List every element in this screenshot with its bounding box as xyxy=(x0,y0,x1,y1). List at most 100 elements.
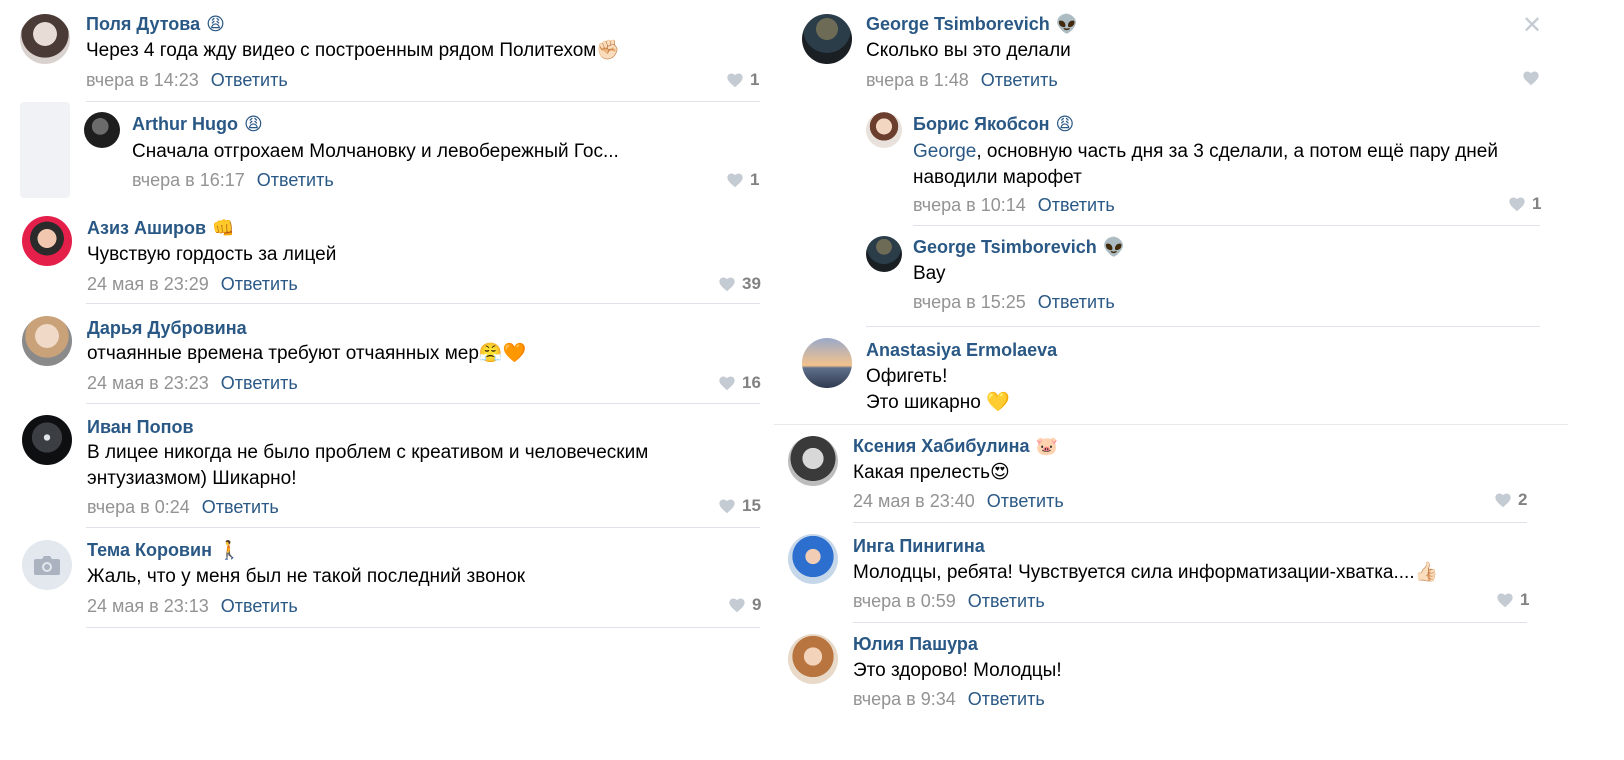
author-status-emoji: 👽 xyxy=(1055,14,1079,34)
heart-icon xyxy=(719,376,735,391)
comment-author[interactable]: Anastasiya Ermolaeva xyxy=(866,340,1057,361)
like-button[interactable]: 39 xyxy=(718,274,761,294)
comment-author[interactable]: George Tsimborevich 👽 xyxy=(913,237,1125,258)
comment: Юлия Пашура Это здорово! Молодцы! вчера … xyxy=(788,622,1624,722)
heart-icon xyxy=(1509,197,1525,212)
comment: George Tsimborevich 👽 Сколько вы это дела… xyxy=(800,0,1624,100)
avatar[interactable] xyxy=(788,534,838,584)
author-status-emoji: 😩 xyxy=(206,14,225,34)
separator xyxy=(853,522,1527,523)
comment-time[interactable]: 24 мая в 23:40 xyxy=(853,491,975,511)
comment-time[interactable]: вчера в 9:34 xyxy=(853,689,956,709)
comment-author[interactable]: Инга Пинигина xyxy=(853,536,985,557)
comment-text: Жаль, что у меня был не такой последний … xyxy=(87,566,526,587)
reply-link[interactable]: Ответить xyxy=(221,373,298,393)
comment-text: Молодцы, ребята! Чувствуется сила информ… xyxy=(853,562,1439,583)
avatar[interactable] xyxy=(788,436,838,486)
right-top-comments-panel: George Tsimborevich 👽 Сколько вы это дела… xyxy=(774,0,1624,440)
right-bottom-comments-column: Ксения Хабибулина 🐷 Какая прелесть😍 24 ма… xyxy=(788,436,1624,760)
comment: Anastasiya Ermolaeva Офигеть! Это шикарно… xyxy=(800,326,1624,426)
comment-time[interactable]: вчера в 10:14 xyxy=(913,195,1026,215)
avatar[interactable] xyxy=(866,236,902,272)
comment-meta: вчера в 0:24 Ответить xyxy=(87,497,279,518)
reply-link[interactable]: Ответить xyxy=(981,70,1058,90)
avatar[interactable] xyxy=(866,112,902,148)
comment-text: отчаянные времена требуют отчаянных мер😤… xyxy=(87,343,527,364)
comment-time[interactable]: вчера в 16:17 xyxy=(132,170,245,190)
author-status-emoji: 👽 xyxy=(1102,237,1126,257)
reply-link[interactable]: Ответить xyxy=(968,689,1045,709)
reply-link[interactable]: Ответить xyxy=(987,491,1064,511)
comment-time[interactable]: 24 мая в 23:29 xyxy=(87,274,209,294)
comment-meta: 24 мая в 23:23 Ответить xyxy=(87,373,298,394)
mention-link[interactable]: George xyxy=(913,141,976,162)
reply-link[interactable]: Ответить xyxy=(257,170,334,190)
comment-time[interactable]: вчера в 0:59 xyxy=(853,591,956,611)
close-icon[interactable]: ✕ xyxy=(1522,14,1542,38)
comment-time[interactable]: вчера в 15:25 xyxy=(913,292,1026,312)
comment-text-line: В лицее никогда не было проблем с креати… xyxy=(87,442,649,463)
author-status-emoji: 👊 xyxy=(212,218,235,238)
avatar[interactable] xyxy=(20,14,70,64)
like-button[interactable]: 16 xyxy=(718,373,761,393)
avatar[interactable] xyxy=(22,415,72,465)
like-button[interactable]: 1 xyxy=(726,70,759,90)
comment-time[interactable]: 24 мая в 23:13 xyxy=(87,596,209,616)
comment-meta: 24 мая в 23:40 Ответить xyxy=(853,491,1064,512)
comment-author[interactable]: Поля Дутова 😩 xyxy=(86,14,225,35)
like-button[interactable]: 1 xyxy=(726,170,759,190)
comment-author[interactable]: Борис Якобсон 😩 xyxy=(913,114,1074,135)
like-button[interactable]: 1 xyxy=(1508,194,1541,214)
comment: Инга Пинигина Молодцы, ребята! Чувствует… xyxy=(788,524,1624,620)
comment-author[interactable]: Азиз Аширов 👊 xyxy=(87,218,235,239)
like-button[interactable]: 9 xyxy=(728,595,761,615)
avatar[interactable] xyxy=(22,540,72,590)
like-button[interactable] xyxy=(1522,70,1540,86)
comment-text: Сколько вы это делали xyxy=(866,40,1071,61)
avatar[interactable] xyxy=(802,338,852,388)
comment-author[interactable]: Тема Коровин 🚶 xyxy=(87,540,240,561)
heart-icon xyxy=(719,499,735,514)
comment-meta: вчера в 15:25 Ответить xyxy=(913,292,1115,313)
reply-link[interactable]: Ответить xyxy=(968,591,1045,611)
avatar[interactable] xyxy=(22,216,72,266)
comment-meta: вчера в 0:59 Ответить xyxy=(853,591,1045,612)
avatar[interactable] xyxy=(84,112,120,148)
comment-author[interactable]: Arthur Hugo 😩 xyxy=(132,114,263,135)
comment-meta: вчера в 1:48 Ответить xyxy=(866,70,1058,91)
reply-link[interactable]: Ответить xyxy=(1038,195,1115,215)
comment-author[interactable]: Иван Попов xyxy=(87,417,194,438)
author-status-emoji: 🐷 xyxy=(1035,436,1058,456)
avatar[interactable] xyxy=(802,14,852,64)
comment-author[interactable]: George Tsimborevich 👽 xyxy=(866,14,1078,35)
reply-link[interactable]: Ответить xyxy=(202,497,279,517)
comment-time[interactable]: вчера в 14:23 xyxy=(86,70,199,90)
reply-link[interactable]: Ответить xyxy=(221,596,298,616)
comment: Дарья Дубровина отчаянные времена требую… xyxy=(0,302,800,402)
avatar[interactable] xyxy=(788,634,838,684)
heart-icon xyxy=(1497,593,1513,608)
author-status-emoji: 😩 xyxy=(1055,114,1075,134)
comment-time[interactable]: вчера в 0:24 xyxy=(87,497,190,517)
comment-author[interactable]: Юлия Пашура xyxy=(853,634,978,655)
likes-count: 1 xyxy=(1532,194,1542,213)
reply-link[interactable]: Ответить xyxy=(211,70,288,90)
comment-time[interactable]: 24 мая в 23:23 xyxy=(87,373,209,393)
reply-link[interactable]: Ответить xyxy=(221,274,298,294)
likes-count: 2 xyxy=(1518,490,1528,509)
like-button[interactable]: 1 xyxy=(1496,590,1529,610)
comment-time[interactable]: вчера в 1:48 xyxy=(866,70,969,90)
comment-text: Через 4 года жду видео с построенным ряд… xyxy=(86,40,621,61)
comment: George Tsimborevich 👽 Вау вчера в 15:25 От… xyxy=(800,224,1624,324)
reply-link[interactable]: Ответить xyxy=(1038,292,1115,312)
comment-author[interactable]: Дарья Дубровина xyxy=(87,318,247,339)
like-button[interactable]: 15 xyxy=(718,496,761,516)
camera-icon xyxy=(34,556,60,575)
heart-icon xyxy=(729,598,745,613)
comment-text: George, основную часть дня за 3 сделали,… xyxy=(913,139,1498,191)
avatar[interactable] xyxy=(22,316,72,366)
comment-author[interactable]: Ксения Хабибулина 🐷 xyxy=(853,436,1058,457)
like-button[interactable]: 2 xyxy=(1494,490,1527,510)
likes-count: 16 xyxy=(742,373,761,392)
comment-meta: 24 мая в 23:13 Ответить xyxy=(87,596,298,617)
